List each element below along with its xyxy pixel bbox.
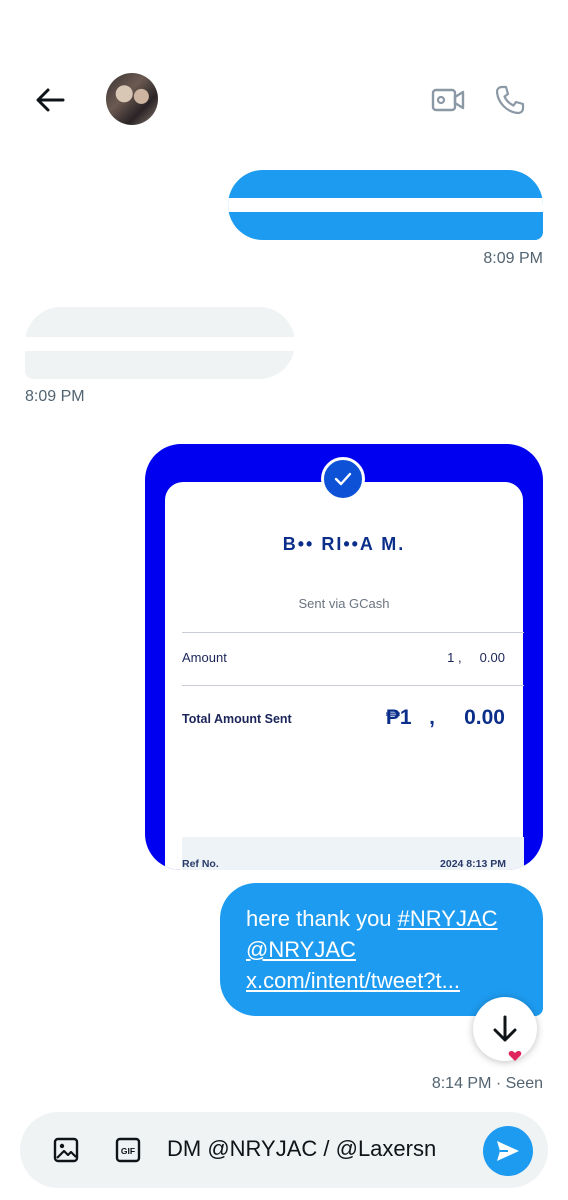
add-image-button[interactable] xyxy=(50,1134,82,1166)
receipt-recipient: B•• RI••A M. xyxy=(282,534,406,554)
obscured-text xyxy=(25,337,295,351)
message-timestamp: 8:09 PM xyxy=(483,250,543,267)
add-gif-button[interactable]: GIF xyxy=(112,1134,144,1166)
avatar[interactable] xyxy=(106,73,158,125)
check-icon xyxy=(321,457,365,501)
message-composer: GIF DM @NRYJAC / @Laxersn xyxy=(20,1112,548,1188)
message-text: here thank you xyxy=(246,906,398,931)
receipt-total-value: ₱1 , 0.00 xyxy=(385,706,505,729)
conversation-header xyxy=(0,0,568,150)
message-input[interactable]: DM @NRYJAC / @Laxersn xyxy=(167,1136,436,1162)
receipt-via: Sent via GCash xyxy=(298,596,390,611)
voice-call-button[interactable] xyxy=(490,80,530,120)
receipt-amount-label: Amount xyxy=(182,650,227,665)
scroll-to-bottom-button[interactable] xyxy=(473,997,537,1061)
divider xyxy=(182,632,524,633)
gif-icon: GIF xyxy=(115,1137,141,1163)
url-link[interactable]: x.com/intent/tweet?t... xyxy=(246,968,460,993)
receipt-ref-label: Ref No. xyxy=(182,858,219,870)
video-camera-icon xyxy=(431,88,465,112)
back-button[interactable] xyxy=(30,80,70,120)
video-call-button[interactable] xyxy=(428,80,468,120)
gcash-receipt-image[interactable]: B•• RI••A M. Sent via GCash Amount 1 , 0… xyxy=(145,444,543,870)
sent-message-bubble[interactable] xyxy=(228,170,543,240)
received-message-bubble[interactable] xyxy=(25,307,295,379)
receipt-date: 2024 8:13 PM xyxy=(440,858,506,870)
hashtag-link[interactable]: #NRYJAC xyxy=(398,906,498,931)
image-icon xyxy=(53,1137,79,1163)
obscured-text xyxy=(228,198,543,212)
arrow-left-icon xyxy=(36,88,65,112)
mention-link[interactable]: @NRYJAC xyxy=(246,937,356,962)
sent-message-bubble[interactable]: here thank you #NRYJAC @NRYJAC x.com/int… xyxy=(220,883,543,1016)
receipt-total-label: Total Amount Sent xyxy=(182,712,292,726)
arrow-down-icon xyxy=(493,1015,517,1042)
divider xyxy=(182,685,524,686)
message-timestamp: 8:09 PM xyxy=(25,388,85,405)
send-button[interactable] xyxy=(483,1126,533,1176)
send-icon xyxy=(497,1141,519,1161)
heart-reaction-icon xyxy=(508,1051,522,1061)
receipt-card: B•• RI••A M. Sent via GCash Amount 1 , 0… xyxy=(165,482,524,870)
message-timestamp: 8:14 PM · Seen xyxy=(431,1075,543,1092)
svg-text:GIF: GIF xyxy=(121,1146,135,1156)
phone-icon xyxy=(495,85,525,115)
receipt-amount-value: 1 , 0.00 xyxy=(447,650,505,665)
